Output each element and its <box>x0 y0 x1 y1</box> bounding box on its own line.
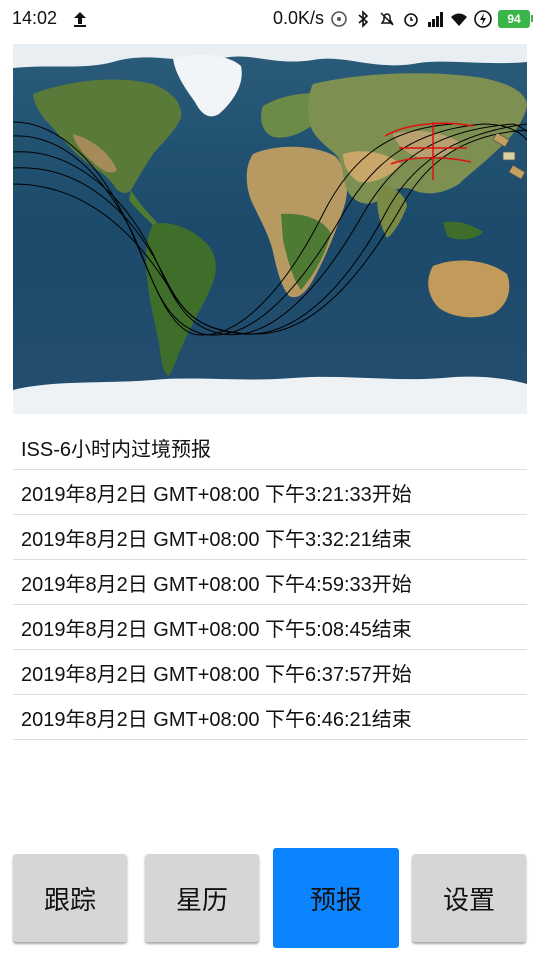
battery-indicator: 94 <box>498 9 533 28</box>
list-header: ISS-6小时内过境预报 <box>13 425 527 470</box>
charging-icon <box>474 9 492 28</box>
alarm-icon <box>404 12 418 27</box>
world-map[interactable] <box>13 44 527 414</box>
australia <box>428 260 510 318</box>
list-item[interactable]: 2019年8月2日 GMT+08:00 下午3:21:33开始 <box>13 470 527 515</box>
track-button[interactable]: 跟踪 <box>13 854 127 942</box>
wifi-icon <box>451 13 467 26</box>
network-speed: 0.0K/s <box>272 8 324 28</box>
upload-arrow-icon <box>74 11 87 27</box>
list-item[interactable]: 2019年8月2日 GMT+08:00 下午5:08:45结束 <box>13 605 527 650</box>
list-item[interactable]: 2019年8月2日 GMT+08:00 下午3:32:21结束 <box>13 515 527 560</box>
mute-icon <box>380 11 394 26</box>
pass-forecast-list: ISS-6小时内过境预报 2019年8月2日 GMT+08:00 下午3:21:… <box>13 425 527 740</box>
hd-signal-icon <box>428 11 443 27</box>
ephemeris-button[interactable]: 星历 <box>145 854 259 942</box>
list-item[interactable]: 2019年8月2日 GMT+08:00 下午6:46:21结束 <box>13 695 527 740</box>
list-item[interactable]: 2019年8月2日 GMT+08:00 下午4:59:33开始 <box>13 560 527 605</box>
hotspot-icon <box>331 10 347 27</box>
list-item[interactable]: 2019年8月2日 GMT+08:00 下午6:37:57开始 <box>13 650 527 695</box>
status-bar: 14:02 0.0K/s 94 <box>0 0 540 36</box>
world-map-canvas <box>13 44 527 414</box>
settings-button[interactable]: 设置 <box>412 854 526 942</box>
forecast-button[interactable]: 预报 <box>273 848 399 948</box>
bluetooth-icon <box>358 9 369 28</box>
status-time: 14:02 <box>12 8 58 28</box>
